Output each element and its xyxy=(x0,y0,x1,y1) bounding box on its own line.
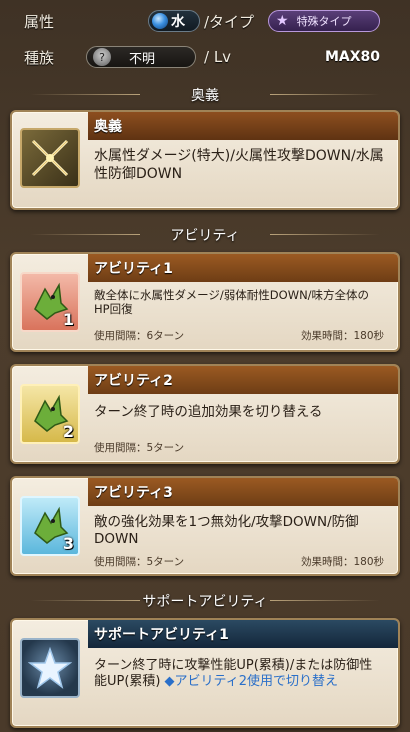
support-card-1[interactable]: サポートアビリティ1 ターン終了時に攻撃性能UP(累積)/または防御性能UP(累… xyxy=(10,618,400,728)
ability-1-cooldown: 使用間隔：6ターン xyxy=(94,330,185,342)
ability-3-description: 敵の強化効果を1つ無効化/攻撃DOWN/防御DOWN xyxy=(94,514,359,547)
ability-1-description: 敵全体に水属性ダメージ/弱体耐性DOWN/味方全体のHP回復 xyxy=(94,288,370,317)
water-element-icon xyxy=(152,13,168,29)
section-support-heading: サポートアビリティ xyxy=(0,588,410,614)
support-description: ターン終了時に攻撃性能UP(累積)/または防御性能UP(累積) ◆アビリティ2使用… xyxy=(94,658,384,691)
section-ougi-heading: 奥義 xyxy=(0,82,410,108)
ability-3-duration: 効果時間：180秒 xyxy=(300,556,384,568)
ougi-title: 奥義 xyxy=(88,112,398,140)
ability-card-3[interactable]: 3 アビリティ3 敵の強化効果を1つ無効化/攻撃DOWN/防御DOWN 使用間隔… xyxy=(10,476,400,576)
element-badge: 水 xyxy=(148,10,200,32)
ability-1-title: アビリティ1 xyxy=(88,254,398,282)
support-title: サポートアビリティ1 xyxy=(88,620,398,648)
attribute-label: 属性 xyxy=(24,12,55,31)
ability-3-cooldown: 使用間隔：5ターン xyxy=(94,556,185,568)
race-row: 種族 ? 不明 / Lv MAX80 xyxy=(0,40,410,74)
ability-card-2[interactable]: 2 アビリティ2 ターン終了時の追加効果を切り替える 使用間隔：5ターン xyxy=(10,364,400,464)
lv-label: / Lv xyxy=(204,48,232,66)
ability-2-title: アビリティ2 xyxy=(88,366,398,394)
max-level: MAX80 xyxy=(324,49,380,65)
support-star-icon xyxy=(20,638,80,698)
ability-2-description: ターン終了時の追加効果を切り替える xyxy=(94,404,323,420)
ability-3-icon: 3 xyxy=(20,496,80,556)
ability-2-cooldown: 使用間隔：5ターン xyxy=(94,442,185,454)
race-label: 種族 xyxy=(24,48,55,67)
race-badge: ? 不明 xyxy=(86,46,196,68)
ougi-card[interactable]: 奥義 水属性ダメージ(特大)/火属性攻撃DOWN/水属性防御DOWN xyxy=(10,110,400,210)
support-switch-note: ◆アビリティ2使用で切り替え xyxy=(164,674,339,690)
race-value: 不明 xyxy=(129,51,156,67)
type-value: 特殊タイプ xyxy=(296,15,352,28)
ability-1-icon: 1 xyxy=(20,272,80,332)
ability-2-icon: 2 xyxy=(20,384,80,444)
ability-1-number: 1 xyxy=(62,310,74,329)
star-icon: ★ xyxy=(276,13,289,29)
ability-card-1[interactable]: 1 アビリティ1 敵全体に水属性ダメージ/弱体耐性DOWN/味方全体のHP回復 … xyxy=(10,252,400,352)
ability-3-title: アビリティ3 xyxy=(88,478,398,506)
ability-3-number: 3 xyxy=(62,534,74,553)
ability-1-duration: 効果時間：180秒 xyxy=(300,330,384,342)
crossed-swords-icon xyxy=(20,128,80,188)
unknown-race-icon: ? xyxy=(93,48,111,66)
type-badge: ★ 特殊タイプ xyxy=(268,10,380,32)
ougi-description: 水属性ダメージ(特大)/火属性攻撃DOWN/水属性防御DOWN xyxy=(94,148,384,182)
element-value: 水 xyxy=(171,14,185,30)
section-abilities-heading: アビリティ xyxy=(0,222,410,248)
ability-2-number: 2 xyxy=(62,422,74,441)
attribute-row: 属性 水 /タイプ ★ 特殊タイプ xyxy=(0,4,410,38)
type-label: /タイプ xyxy=(204,12,255,31)
